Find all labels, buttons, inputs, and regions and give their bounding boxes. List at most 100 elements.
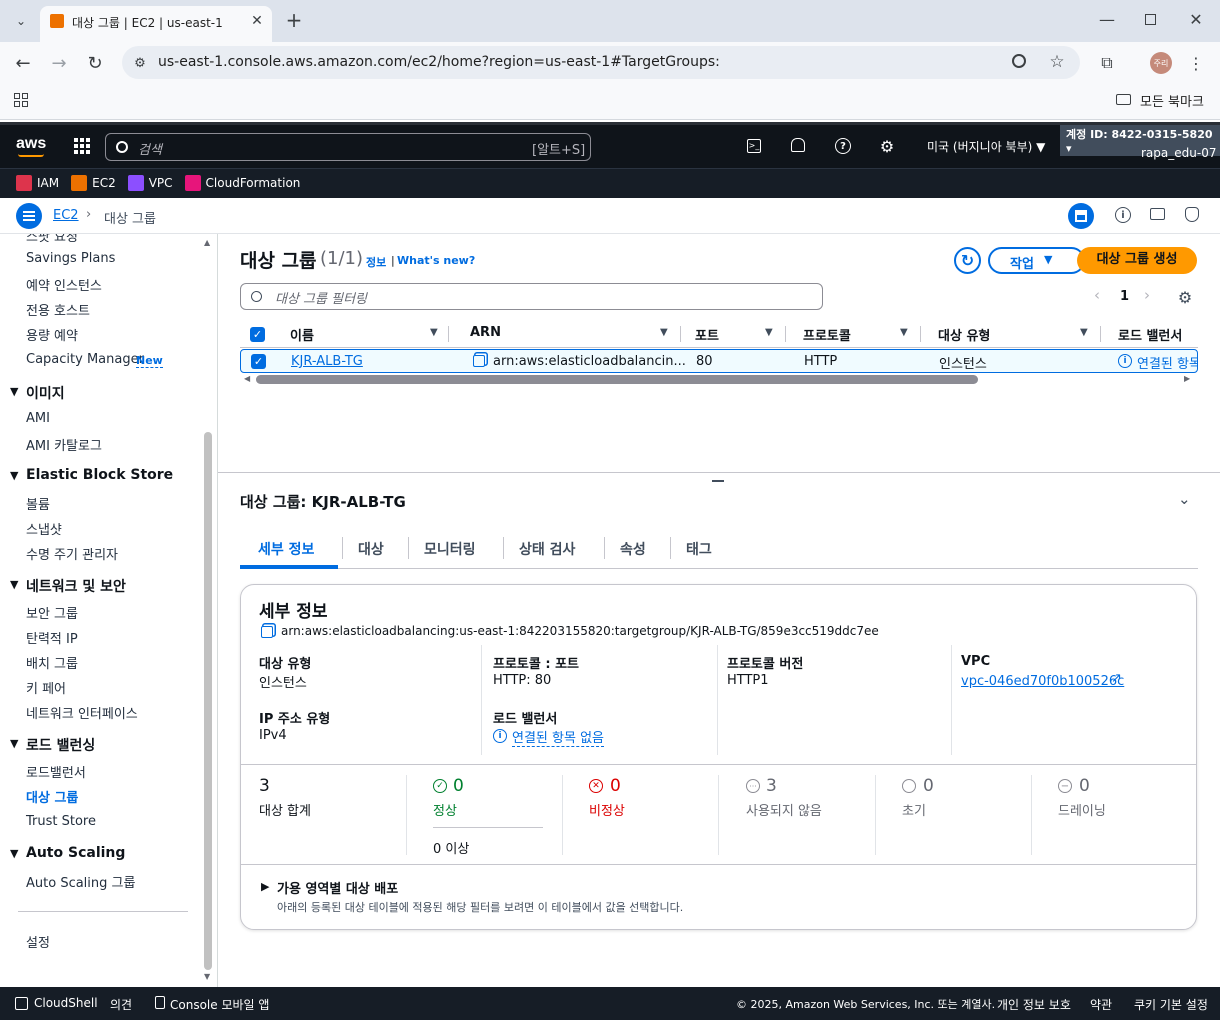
expand-az-icon[interactable]: ▶ — [261, 880, 269, 893]
aws-search-input[interactable]: 검색 [알트+S] — [105, 133, 591, 161]
bookmark-star-icon[interactable]: ☆ — [1046, 51, 1068, 73]
external-link-icon[interactable]: ↗ — [1111, 671, 1122, 686]
extensions-icon[interactable]: ⧉ — [1096, 52, 1118, 74]
reload-icon[interactable]: ↻ — [84, 52, 106, 74]
sidebar-item-ebs-1[interactable]: 스냅샷 — [26, 519, 62, 538]
back-icon[interactable]: ← — [12, 52, 34, 74]
next-page-icon[interactable]: › — [1144, 286, 1150, 304]
sidebar-item-capacity-manager[interactable]: Capacity Manager — [26, 352, 144, 367]
minimize-icon[interactable]: — — [1098, 10, 1116, 29]
load-balancer-value[interactable]: 연결된 항목 없음 — [512, 727, 604, 747]
footer-privacy[interactable]: 개인 정보 보호 — [997, 996, 1071, 1013]
notifications-bell-icon[interactable] — [791, 138, 805, 152]
whats-new-link[interactable]: What's new? — [397, 254, 475, 267]
split-panel-icon[interactable] — [1068, 203, 1094, 229]
select-all-checkbox[interactable]: ✓ — [250, 327, 265, 342]
forward-icon[interactable]: → — [48, 52, 70, 74]
apps-grid-icon[interactable] — [14, 93, 28, 107]
copy-arn-detail-icon[interactable] — [261, 626, 273, 638]
profile-avatar[interactable]: 주리 — [1150, 52, 1172, 74]
hscroll-left-icon[interactable]: ◀ — [244, 374, 250, 383]
column-header-5[interactable]: 로드 밸런서 — [1118, 325, 1182, 344]
aws-logo[interactable]: aws — [16, 135, 46, 153]
sidebar-item-a-3[interactable]: 용량 예약 — [26, 325, 78, 344]
resize-handle-icon[interactable] — [712, 480, 724, 482]
sidebar-item-images-0[interactable]: AMI — [26, 411, 50, 426]
sidebar-section-network[interactable]: 네트워크 및 보안 — [26, 576, 126, 596]
sidebar-item-network-2[interactable]: 배치 그룹 — [26, 653, 78, 672]
zoom-icon[interactable] — [1012, 54, 1026, 68]
collapse-ebs-icon[interactable]: ▼ — [10, 469, 18, 482]
url-text[interactable]: us-east-1.console.aws.amazon.com/ec2/hom… — [158, 54, 720, 70]
sidebar-item-network-3[interactable]: 키 페어 — [26, 678, 66, 697]
cloudshell-icon[interactable]: >_ — [747, 139, 761, 153]
vpc-link[interactable]: vpc-046ed70f0b100526c — [961, 674, 1124, 689]
sidebar-item-settings[interactable]: 설정 — [26, 932, 50, 951]
sidebar-item-network-4[interactable]: 네트워크 인터페이스 — [26, 703, 138, 722]
sort-caret-icon[interactable]: ▼ — [1080, 327, 1088, 338]
favorite-ec2[interactable]: EC2 — [71, 175, 116, 191]
table-preferences-icon[interactable]: ⚙ — [1175, 287, 1195, 307]
new-tab-icon[interactable]: + — [284, 8, 304, 32]
footer-terms[interactable]: 약관 — [1090, 996, 1112, 1013]
help-icon[interactable]: ? — [835, 138, 851, 154]
sidebar-item-a-0[interactable]: Savings Plans — [26, 251, 115, 266]
sidebar-section-auto-scaling[interactable]: Auto Scaling — [26, 845, 125, 861]
favorite-cloudformation[interactable]: CloudFormation — [184, 175, 300, 191]
row-checkbox[interactable]: ✓ — [251, 354, 266, 369]
detail-tab-3[interactable]: 상태 검사 — [519, 539, 575, 559]
tab-list-icon[interactable]: ⌄ — [10, 10, 32, 32]
refresh-button[interactable]: ↻ — [954, 247, 981, 274]
hscroll-right-icon[interactable]: ▶ — [1184, 374, 1190, 383]
column-header-3[interactable]: 프로토콜 — [803, 325, 851, 344]
settings-gear-icon[interactable]: ⚙ — [878, 137, 896, 156]
collapse-lb-icon[interactable]: ▼ — [10, 737, 18, 750]
page-number[interactable]: 1 — [1120, 289, 1129, 304]
sidebar-item-a-2[interactable]: 전용 호스트 — [26, 300, 90, 319]
table-hscrollbar[interactable] — [256, 375, 978, 384]
actions-button[interactable]: 작업 ▼ — [988, 247, 1085, 274]
detail-tab-4[interactable]: 속성 — [620, 539, 646, 559]
sidebar-item-lb-2[interactable]: Trust Store — [26, 814, 96, 829]
address-bar[interactable]: ⚙ us-east-1.console.aws.amazon.com/ec2/h… — [122, 46, 1080, 79]
sidebar-section-ebs[interactable]: Elastic Block Store — [26, 467, 173, 483]
sidebar-item-ebs-2[interactable]: 수명 주기 관리자 — [26, 544, 118, 563]
favorite-iam[interactable]: IAM — [16, 175, 59, 191]
az-distribution-title[interactable]: 가용 영역별 대상 배포 — [277, 878, 398, 897]
all-bookmarks-label[interactable]: 모든 북마크 — [1140, 91, 1204, 110]
sidebar-item-ebs-0[interactable]: 볼륨 — [26, 494, 50, 513]
sidebar-item-as-0[interactable]: Auto Scaling 그룹 — [26, 872, 135, 891]
sidebar-item-a-1[interactable]: 예약 인스턴스 — [26, 275, 102, 294]
feedback-panel-icon[interactable] — [1150, 208, 1165, 220]
sidebar-section-images[interactable]: 이미지 — [26, 383, 65, 403]
detail-tab-1[interactable]: 대상 — [358, 539, 384, 559]
browser-menu-icon[interactable]: ⋮ — [1186, 52, 1206, 74]
site-info-icon[interactable]: ⚙ — [130, 53, 150, 73]
footer-cloudshell[interactable]: CloudShell — [34, 996, 98, 1010]
create-target-group-button[interactable]: 대상 그룹 생성 — [1077, 247, 1197, 274]
sidebar-item-network-0[interactable]: 보안 그룹 — [26, 603, 78, 622]
browser-tab[interactable]: 대상 그룹 | EC2 | us-east-1 ✕ — [40, 6, 272, 42]
favorite-vpc[interactable]: VPC — [127, 175, 173, 191]
menu-hamburger-icon[interactable] — [16, 203, 42, 229]
collapse-autoscaling-icon[interactable]: ▼ — [10, 847, 18, 860]
detail-tab-2[interactable]: 모니터링 — [424, 539, 476, 559]
sidebar-item-spot-requests[interactable]: 스팟 요청 — [26, 234, 78, 245]
breadcrumb-ec2[interactable]: EC2 — [53, 208, 79, 223]
copy-arn-icon[interactable] — [473, 355, 485, 367]
scroll-down-icon[interactable]: ▼ — [204, 972, 210, 981]
sort-caret-icon[interactable]: ▼ — [430, 327, 438, 338]
filter-input[interactable]: 대상 그룹 필터링 — [240, 283, 823, 310]
column-header-2[interactable]: 포트 — [695, 325, 719, 344]
column-header-4[interactable]: 대상 유형 — [938, 325, 990, 344]
sidebar-item-lb-1[interactable]: 대상 그룹 — [26, 787, 78, 806]
detail-tab-5[interactable]: 태그 — [686, 539, 712, 559]
region-selector[interactable]: 미국 (버지니아 북부) ▼ — [927, 138, 1045, 155]
collapse-images-icon[interactable]: ▼ — [10, 385, 18, 398]
sort-caret-icon[interactable]: ▼ — [765, 327, 773, 338]
row-load-balancer-link[interactable]: 연결된 항목 — [1137, 353, 1197, 372]
detail-tab-0[interactable]: 세부 정보 — [258, 539, 314, 559]
user-menu[interactable]: rapa_edu-07 — [1141, 146, 1216, 160]
security-shield-icon[interactable] — [1185, 207, 1199, 222]
info-link[interactable]: 정보 — [366, 254, 386, 270]
